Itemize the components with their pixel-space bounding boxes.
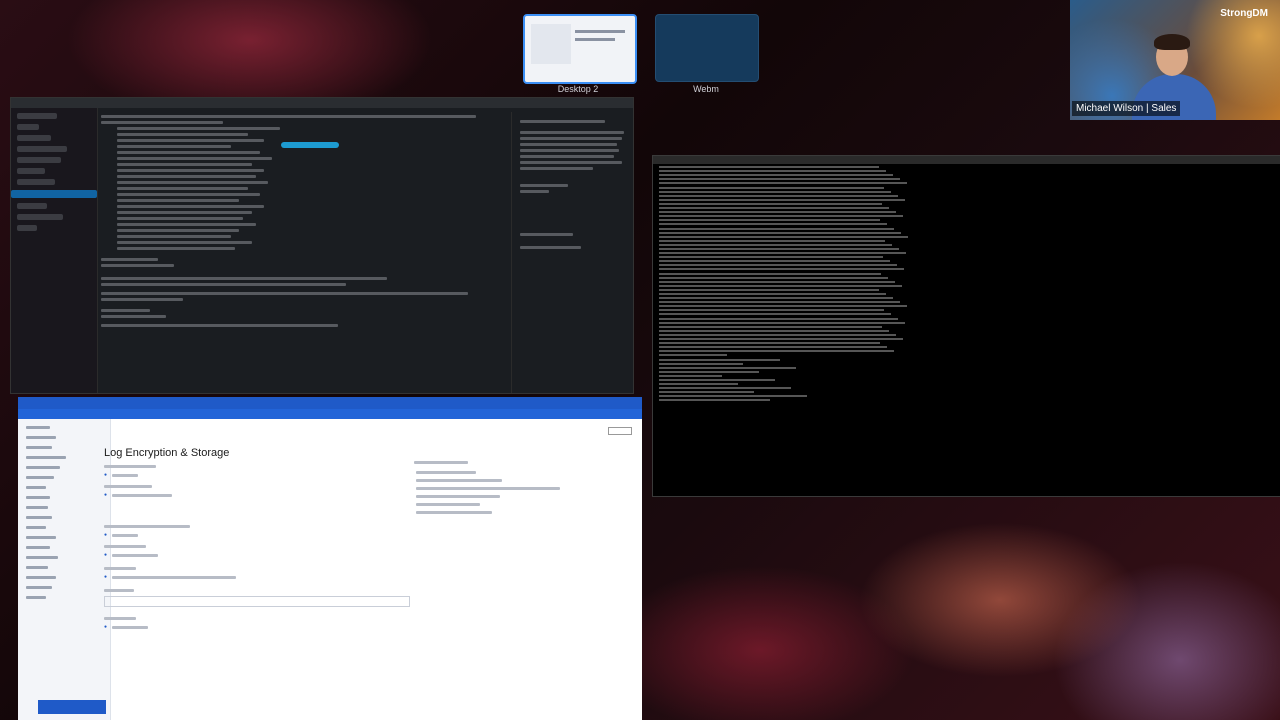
terminal-line	[659, 231, 901, 234]
terminal-line	[659, 235, 908, 238]
terminal-line	[659, 358, 780, 361]
presenter-hair	[1154, 34, 1190, 50]
terminal-line	[659, 387, 791, 390]
terminal-line	[659, 305, 907, 308]
terminal-line	[659, 321, 905, 324]
desktop-label: Desktop 2	[557, 84, 599, 94]
terminal-line	[659, 215, 903, 218]
header-button[interactable]	[608, 427, 632, 435]
terminal-line	[659, 182, 907, 185]
terminal-line	[659, 350, 894, 353]
terminal-line	[659, 342, 880, 345]
terminal-line	[659, 170, 886, 173]
chat-title-bar[interactable]	[11, 98, 633, 108]
app-sidebar[interactable]	[18, 419, 111, 720]
terminal-title-bar[interactable]	[653, 156, 1280, 164]
terminal-line	[659, 202, 882, 205]
radio-button[interactable]: ●	[104, 552, 107, 558]
terminal-line	[659, 276, 888, 279]
chat-thread-panel[interactable]	[511, 112, 633, 393]
desktop-thumb-desktop-2[interactable]	[523, 14, 637, 84]
terminal-line	[659, 362, 743, 365]
host-input[interactable]	[104, 596, 410, 607]
radio-button[interactable]: ●	[104, 472, 107, 478]
terminal-line	[659, 288, 879, 291]
brand-logo: StrongDM	[1220, 8, 1268, 19]
terminal-line	[659, 391, 754, 394]
radio-button[interactable]: ●	[104, 624, 107, 630]
page-title: Log Encryption & Storage	[104, 447, 230, 459]
terminal-line	[659, 317, 898, 320]
terminal-line	[659, 252, 906, 255]
settings-content: Log Encryption & Storage ● ● ● ● ● ●	[104, 419, 642, 720]
address-bar[interactable]	[18, 409, 642, 419]
chat-sidebar[interactable]	[11, 108, 98, 393]
terminal-line	[659, 309, 884, 312]
browser-tab-bar[interactable]	[18, 397, 642, 409]
terminal-line	[659, 346, 887, 349]
terminal-line	[659, 378, 775, 381]
terminal-line	[659, 190, 891, 193]
terminal-line	[659, 325, 882, 328]
new-messages-pill[interactable]	[281, 142, 339, 148]
terminal-line	[659, 374, 722, 377]
presenter-name-caption: Michael Wilson | Sales	[1072, 101, 1181, 116]
terminal-line	[659, 178, 900, 181]
video-feed: StrongDM Michael Wilson | Sales	[1070, 0, 1280, 120]
terminal-line	[659, 198, 905, 201]
terminal-line	[659, 264, 897, 267]
radio-button[interactable]: ●	[104, 574, 107, 580]
terminal-line	[659, 313, 891, 316]
terminal-line	[659, 280, 895, 283]
terminal-line	[659, 219, 880, 222]
terminal-line	[659, 395, 807, 398]
terminal-line	[659, 239, 885, 242]
terminal-line	[659, 260, 890, 263]
chat-app-window[interactable]	[10, 97, 634, 394]
chat-message-list[interactable]	[101, 112, 509, 393]
radio-button[interactable]: ●	[104, 532, 107, 538]
terminal-window[interactable]	[652, 155, 1280, 497]
browser-window[interactable]: Log Encryption & Storage ● ● ● ● ● ●	[18, 397, 642, 720]
terminal-line	[659, 247, 899, 250]
terminal-line	[659, 338, 903, 341]
terminal-line	[659, 223, 887, 226]
terminal-line	[659, 186, 884, 189]
terminal-line	[659, 256, 883, 259]
terminal-line	[659, 301, 900, 304]
terminal-line	[659, 194, 898, 197]
terminal-output	[653, 166, 1280, 402]
terminal-line	[659, 370, 759, 373]
terminal-line	[659, 174, 893, 177]
terminal-line	[659, 383, 738, 386]
terminal-line	[659, 293, 886, 295]
terminal-line	[659, 297, 893, 300]
terminal-line	[659, 227, 894, 230]
terminal-line	[659, 268, 904, 271]
terminal-line	[659, 333, 896, 336]
terminal-line	[659, 284, 902, 287]
terminal-line	[659, 399, 770, 402]
terminal-line	[659, 211, 896, 214]
terminal-line	[659, 166, 879, 169]
radio-button[interactable]: ●	[104, 492, 107, 498]
terminal-line	[659, 207, 889, 210]
terminal-line	[659, 329, 889, 332]
terminal-line	[659, 354, 727, 357]
desktop-label: Webm	[693, 84, 719, 94]
terminal-line	[659, 243, 892, 246]
terminal-line	[659, 366, 796, 369]
desktop-thumb-webm[interactable]	[655, 14, 759, 82]
terminal-line	[659, 272, 881, 275]
sidebar-item-selected[interactable]	[11, 190, 97, 198]
sidebar-item-log-encryption[interactable]	[38, 700, 106, 714]
